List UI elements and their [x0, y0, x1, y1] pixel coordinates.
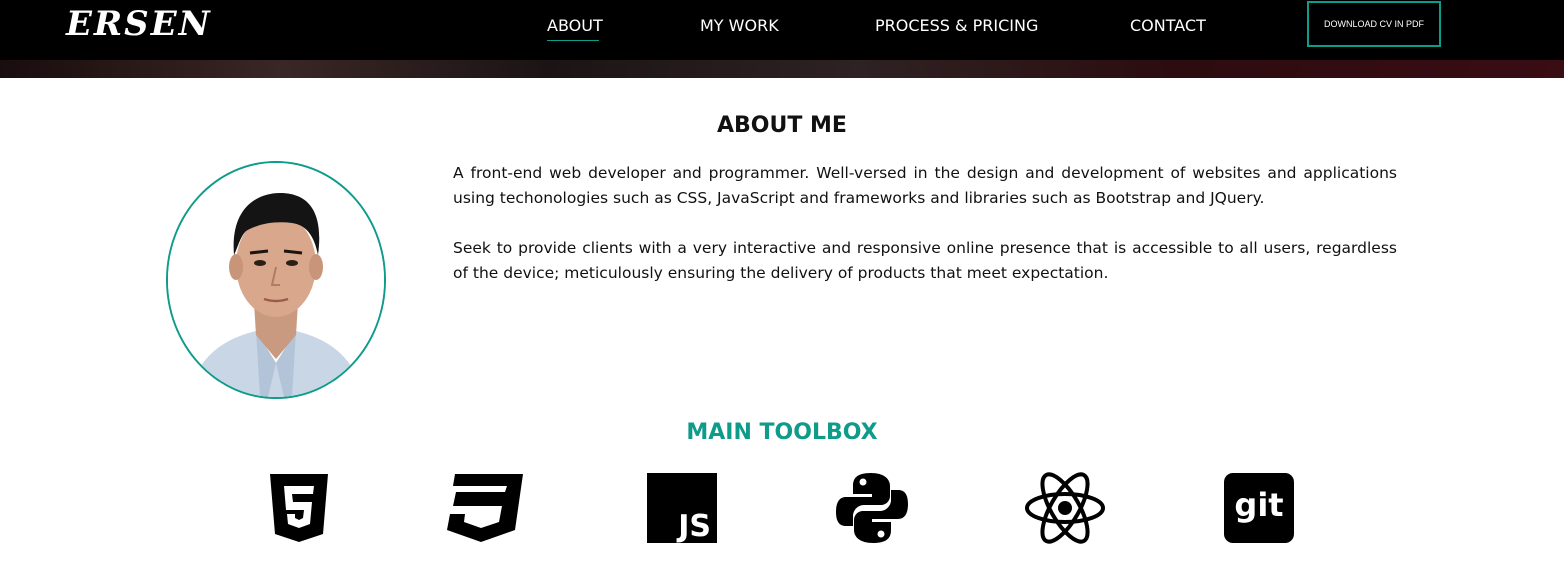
python-icon: [836, 472, 908, 544]
about-description: A front-end web developer and programmer…: [453, 161, 1397, 286]
profile-portrait-image: [168, 163, 384, 397]
nav-about[interactable]: ABOUT: [547, 16, 603, 35]
download-cv-button[interactable]: DOWNLOAD CV IN PDF: [1307, 1, 1441, 47]
about-paragraph-2: Seek to provide clients with a very inte…: [453, 239, 1397, 282]
about-paragraph-1: A front-end web developer and programmer…: [453, 164, 1397, 207]
css3-icon: [447, 472, 523, 544]
toolbox-title: MAIN TOOLBOX: [686, 420, 878, 445]
site-logo[interactable]: ERSEN: [66, 4, 212, 44]
javascript-icon: JS: [647, 472, 717, 544]
nav-my-work[interactable]: MY WORK: [700, 16, 779, 35]
site-header: ERSEN ABOUT MY WORK PROCESS & PRICING CO…: [0, 0, 1564, 78]
html5-icon: [268, 472, 330, 544]
nav-process-pricing[interactable]: PROCESS & PRICING: [875, 16, 1038, 35]
nav-contact[interactable]: CONTACT: [1130, 16, 1206, 35]
header-hero-strip: [0, 60, 1564, 78]
git-icon: git: [1224, 472, 1294, 544]
about-title: ABOUT ME: [717, 113, 847, 138]
react-icon: [1024, 472, 1106, 544]
git-icon-text: git: [1234, 486, 1283, 524]
nav-active-underline: [547, 40, 599, 41]
profile-photo: [166, 161, 386, 399]
javascript-icon-text: JS: [676, 509, 711, 544]
